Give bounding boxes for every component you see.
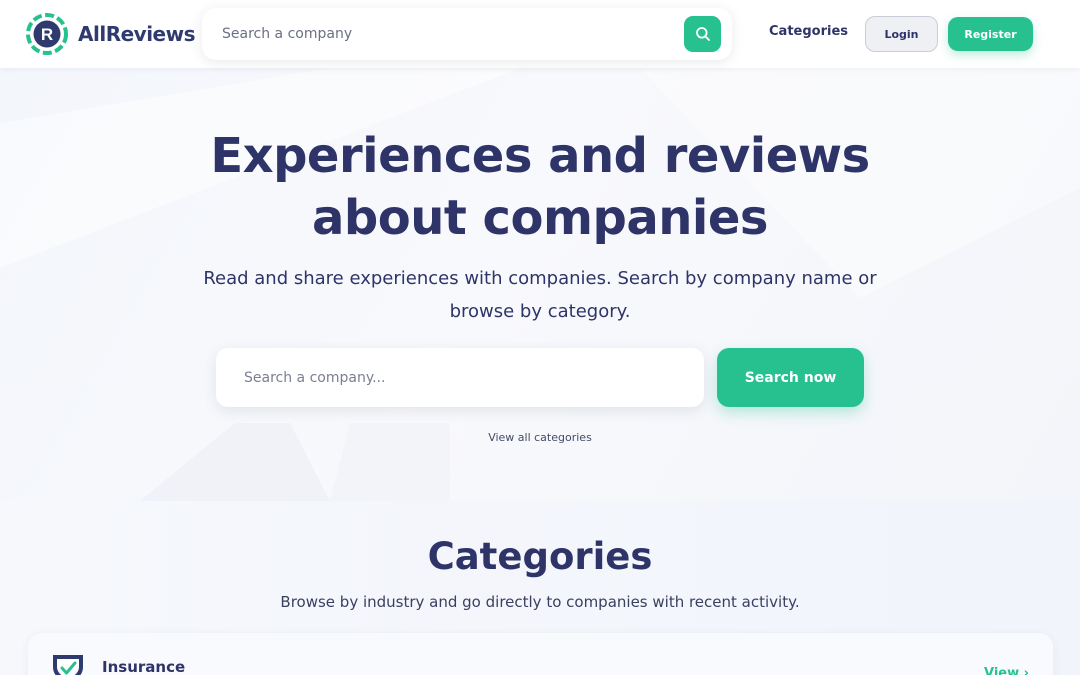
logo-link[interactable]: R AllReviews — [26, 13, 196, 55]
category-name: Insurance — [102, 658, 186, 675]
login-button[interactable]: Login — [865, 16, 938, 52]
search-icon — [695, 27, 710, 41]
categories-subtitle: Browse by industry and go directly to co… — [280, 593, 800, 611]
categories-section: Categories Browse by industry and go dir… — [0, 501, 1080, 675]
r-badge-icon: R — [26, 13, 68, 55]
search-now-button[interactable]: Search now — [717, 348, 864, 407]
hero-title: Experiences and reviews about companies — [210, 128, 870, 246]
svg-text:R: R — [41, 25, 53, 44]
category-view-link[interactable]: View › — [984, 666, 1029, 675]
register-button[interactable]: Register — [948, 17, 1033, 51]
hero-subtitle: Read and share experiences with companie… — [203, 268, 877, 322]
header-search — [202, 8, 732, 60]
hero-search-box — [216, 348, 704, 407]
category-card-insurance[interactable]: Insurance View › — [28, 633, 1053, 675]
header-search-button[interactable] — [684, 16, 721, 52]
logo-text: AllReviews — [78, 22, 196, 46]
hero-search-input[interactable] — [216, 348, 704, 407]
nav-categories-link[interactable]: Categories — [769, 24, 848, 39]
site-header: R AllReviews Categories Login Register — [0, 0, 1080, 68]
shield-check-icon — [53, 655, 83, 675]
hero-section: Experiences and reviews about companies … — [0, 68, 1080, 501]
view-all-categories-link[interactable]: View all categories — [440, 431, 640, 444]
categories-title: Categories — [427, 535, 653, 578]
header-search-input[interactable] — [202, 8, 672, 60]
